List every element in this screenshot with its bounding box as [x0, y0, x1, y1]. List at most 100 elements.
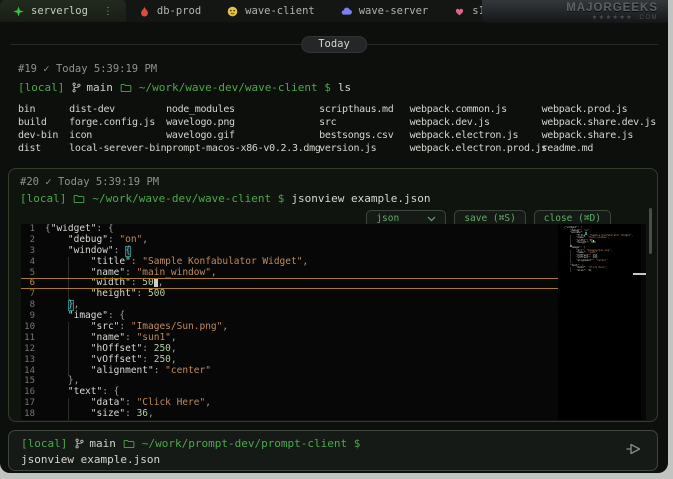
- cloud-icon: [341, 6, 352, 17]
- file-name: dist: [18, 142, 69, 155]
- ls-column: webpack.prod.jswebpack.share.dev.jswebpa…: [542, 103, 656, 155]
- check-icon: ✓: [45, 176, 51, 188]
- code-lines: 1{"widget": {2 "debug": "on",3 "window":…: [21, 224, 646, 420]
- ls-column: dist-devforge.config.jsiconlocal-serever…: [69, 103, 166, 155]
- file-name: wavelogo.png: [166, 116, 319, 129]
- code-line: 4 "title": "Sample Konfabulator Widget",: [21, 257, 646, 268]
- file-name: webpack.dev.js: [410, 116, 542, 129]
- command-input-box[interactable]: [local] main ~/work/prompt-dev/prompt-clie…: [8, 430, 658, 471]
- file-name: build: [18, 116, 69, 129]
- prompt-path: ~/work/prompt-dev/prompt-client $: [142, 437, 361, 450]
- folder-icon: [73, 193, 85, 205]
- file-name: local-serever-bin: [69, 142, 166, 155]
- file-name: dist-dev: [69, 103, 166, 116]
- line-number: 14: [21, 366, 45, 377]
- git-branch: main: [71, 81, 113, 94]
- tab-wave-client[interactable]: wave-client: [214, 0, 328, 22]
- line-number: 18: [21, 409, 45, 420]
- command-input-text[interactable]: jsonview example.json: [21, 453, 645, 466]
- line-number: 3: [21, 246, 45, 257]
- prompt-host: [local]: [21, 437, 67, 450]
- tab-label: db-prod: [157, 5, 201, 17]
- tab-wave-server[interactable]: wave-server: [328, 0, 442, 22]
- branch-icon: [71, 82, 82, 93]
- file-name: bestsongs.csv: [319, 129, 409, 142]
- timeline-divider: Today: [0, 36, 668, 53]
- majorgeeks-watermark: MAJORGEEKS ★★★★★★ .COM: [482, 0, 668, 23]
- prompt-host: [local]: [20, 192, 66, 205]
- file-name: webpack.prod.js: [542, 103, 656, 116]
- command-block-19[interactable]: #19 ✓ Today 5:39:19 PM [local]main~/work…: [18, 63, 656, 155]
- tab-label: serverlog: [31, 5, 88, 17]
- file-name: version.js: [319, 142, 409, 155]
- git-branch: main: [74, 437, 116, 450]
- line-number: 15: [21, 376, 45, 387]
- watermark-title: MAJORGEEKS: [566, 3, 658, 14]
- file-name: wavelogo.gif: [166, 129, 319, 142]
- prompt-symbol: $: [354, 437, 361, 450]
- file-name: webpack.electron.js: [410, 129, 542, 142]
- file-name: bin: [18, 103, 69, 116]
- line-number: 8: [21, 300, 45, 311]
- ls-column: binbuilddev-bindist: [18, 103, 69, 155]
- folder-icon: [123, 438, 135, 450]
- command-block-20[interactable]: #20 ✓ Today 5:39:19 PM [local] ~/work/wav…: [8, 168, 658, 422]
- sparkle-icon: [13, 6, 24, 17]
- block-meta: #20 ✓ Today 5:39:19 PM: [20, 176, 159, 188]
- line-number: 1: [21, 224, 45, 235]
- file-name: scripthaus.md: [319, 103, 409, 116]
- file-name: icon: [69, 129, 166, 142]
- prompt-symbol: $: [324, 81, 331, 94]
- tab-label: wave-server: [359, 5, 429, 17]
- tab-serverlog[interactable]: serverlog ⋮: [0, 0, 126, 22]
- editor-minimap[interactable]: {"widget": { "debug": "on", "window": { …: [558, 224, 641, 420]
- watermark-subtitle: ★★★★★★ .COM: [592, 14, 658, 21]
- file-name: readme.md: [542, 142, 656, 155]
- json-editor[interactable]: 1{"widget": {2 "debug": "on",3 "window":…: [21, 224, 646, 420]
- mode-select-value: json: [376, 213, 399, 224]
- line-number: 5: [21, 268, 45, 279]
- tab-menu-icon[interactable]: ⋮: [103, 6, 113, 17]
- ls-column: scripthaus.mdsrcbestsongs.csvversion.js: [319, 103, 409, 155]
- line-number: 2: [21, 235, 45, 246]
- line-number: 4: [21, 257, 45, 268]
- line-number: 9: [21, 311, 45, 322]
- branch-icon: [74, 438, 85, 449]
- chevron-down-icon: [427, 216, 436, 222]
- face-icon: [227, 6, 238, 17]
- tab-bar: serverlog ⋮ db-prod wave-client wave-server s…: [0, 0, 668, 22]
- prompt-path: ~/work/wave-dev/wave-client $: [92, 192, 284, 205]
- line-number: 6: [21, 278, 45, 289]
- block-number: #19: [18, 63, 37, 75]
- code-line: 14 "alignment": "center": [21, 366, 646, 377]
- block-number: #20: [20, 176, 39, 188]
- file-name: src: [319, 116, 409, 129]
- block-time: Today 5:39:19 PM: [56, 63, 157, 75]
- code-line: 18 "size": 36,: [21, 409, 646, 420]
- file-name: prompt-macos-x86-v0.2.3.dmg: [166, 142, 319, 155]
- ls-column: webpack.common.jswebpack.dev.jswebpack.e…: [410, 103, 542, 155]
- send-command-icon[interactable]: [624, 441, 643, 461]
- panel-scrollbar[interactable]: [649, 208, 652, 254]
- code-line: "size": 36,: [564, 270, 641, 273]
- file-name: node_modules: [166, 103, 319, 116]
- prompt-line: [local]main~/work/wave-dev/wave-client $…: [18, 81, 656, 94]
- file-name: webpack.share.js: [542, 129, 656, 142]
- check-icon: ✓: [43, 63, 49, 75]
- block-time: Today 5:39:19 PM: [58, 176, 159, 188]
- file-name: webpack.share.dev.js: [542, 116, 656, 129]
- flame-icon: [139, 6, 150, 17]
- prompt-host: [local]: [18, 81, 64, 94]
- input-prompt-line: [local] main ~/work/prompt-dev/prompt-clie…: [21, 437, 645, 450]
- minimap-cursor-indicator: [633, 273, 646, 275]
- file-name: dev-bin: [18, 129, 69, 142]
- line-number: 13: [21, 355, 45, 366]
- prompt-command: ls: [338, 81, 351, 94]
- tab-db-prod[interactable]: db-prod: [126, 0, 214, 22]
- terminal-window: serverlog ⋮ db-prod wave-client wave-server s…: [0, 0, 668, 473]
- today-badge[interactable]: Today: [301, 36, 367, 53]
- line-number: 7: [21, 289, 45, 300]
- tab-label: wave-client: [245, 5, 315, 17]
- block-meta: #19 ✓ Today 5:39:19 PM: [18, 63, 656, 75]
- file-name: webpack.common.js: [410, 103, 542, 116]
